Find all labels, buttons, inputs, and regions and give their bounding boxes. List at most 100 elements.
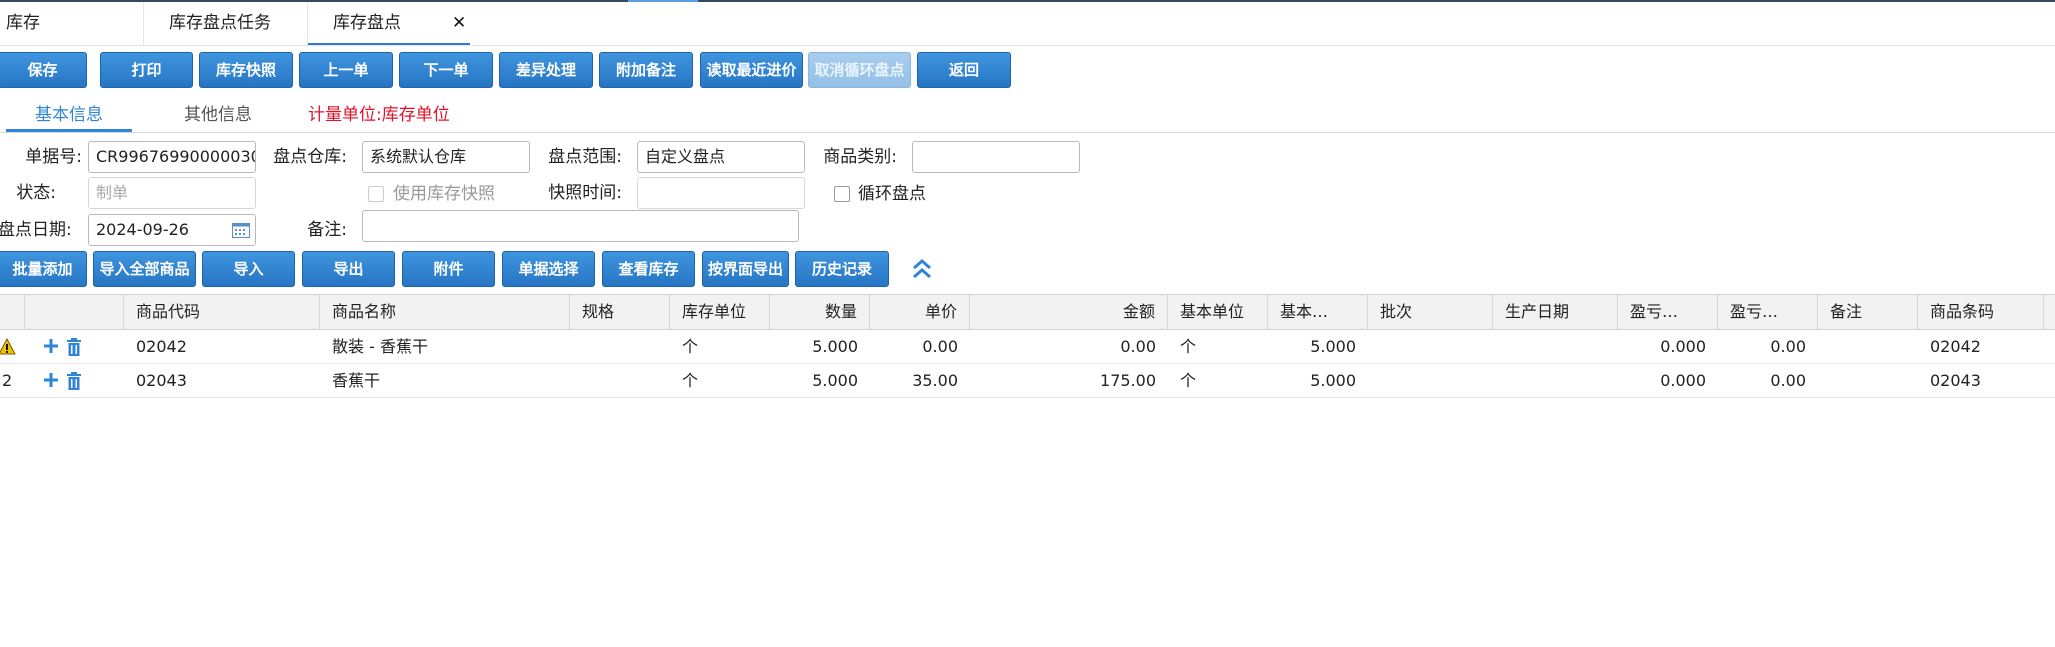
use-snapshot-label: 使用库存快照 [393,184,495,204]
col-base-qty[interactable]: 基本… [1268,295,1368,329]
col-barcode[interactable]: 商品条码 [1918,295,2044,329]
doc-no-field[interactable]: CR99676990000030 [88,141,256,173]
doc-select-button[interactable]: 单据选择 [502,251,595,287]
col-code[interactable]: 商品代码 [124,295,320,329]
export-button[interactable]: 导出 [302,251,395,287]
read-recent-price-button[interactable]: 读取最近进价 [700,52,803,88]
cell-amount: 175.00 [1100,371,1156,390]
add-row-icon[interactable] [43,372,59,388]
cell-profit-loss-qty: 0.000 [1660,371,1706,390]
warehouse-label: 盘点仓库: [273,147,347,167]
col-name[interactable]: 商品名称 [320,295,570,329]
tab-inventory[interactable]: 库存 [6,2,144,45]
cell-barcode: 02043 [1930,371,1981,390]
import-button[interactable]: 导入 [202,251,295,287]
cell-qty[interactable]: 5.000 [770,364,870,398]
delete-row-icon[interactable] [66,372,82,390]
collapse-up-icon[interactable] [911,257,933,281]
cell-barcode: 02042 [1930,337,1981,356]
back-button[interactable]: 返回 [917,52,1011,88]
cell-code: 02042 [136,337,187,356]
calendar-icon[interactable] [232,222,250,238]
cell-code: 02043 [136,371,187,390]
col-profit-loss-qty[interactable]: 盈亏… [1618,295,1718,329]
cell-production-date [1493,364,1618,398]
cell-base-qty: 5.000 [1310,371,1356,390]
warehouse-field[interactable]: 系统默认仓库 [362,141,530,173]
status-label: 状态: [16,183,56,203]
tab-bar: 库存 库存盘点任务 库存盘点 ✕ [0,2,2055,46]
remark-field[interactable] [362,210,799,242]
col-stock-unit[interactable]: 库存单位 [670,295,770,329]
cell-spec [570,364,670,398]
add-note-button[interactable]: 附加备注 [599,52,693,88]
tab-stocktake-task[interactable]: 库存盘点任务 [144,2,308,45]
cell-profit-loss-qty: 0.000 [1660,337,1706,356]
view-stock-button[interactable]: 查看库存 [602,251,695,287]
cell-base-unit: 个 [1180,371,1197,390]
cell-base-qty: 5.000 [1310,337,1356,356]
attachment-button[interactable]: 附件 [402,251,495,287]
cell-profit-loss-amount: 0.00 [1770,371,1806,390]
category-field[interactable] [912,141,1080,173]
import-all-products-button[interactable]: 导入全部商品 [93,251,196,287]
table-row[interactable]: 02042 散装 - 香蕉干 个 5.000 0.00 0.00 个 5.000… [0,330,2055,364]
cell-price: 35.00 [912,371,958,390]
next-doc-button[interactable]: 下一单 [399,52,493,88]
cell-production-date [1493,330,1618,364]
cell-qty[interactable]: 5.000 [770,330,870,364]
col-amount[interactable]: 金额 [970,295,1168,329]
snapshot-time-label: 快照时间: [548,183,622,203]
stock-snapshot-button[interactable]: 库存快照 [199,52,293,88]
snapshot-time-field [637,177,805,209]
table-row[interactable]: 2 02043 香蕉干 个 5.000 35.00 175.00 个 5.000… [0,364,2055,398]
date-field[interactable]: 2024-09-26 [88,214,256,246]
cycle-count-label: 循环盘点 [858,184,926,204]
cancel-cycle-count-button[interactable]: 取消循环盘点 [808,52,911,88]
cell-stock-unit: 个 [682,337,699,356]
tab-stocktake[interactable]: 库存盘点 [308,2,470,45]
batch-add-button[interactable]: 批量添加 [0,251,87,287]
scope-field[interactable]: 自定义盘点 [637,141,805,173]
cell-name: 香蕉干 [332,371,381,390]
table-header: 商品代码 商品名称 规格 库存单位 数量 单价 金额 基本单位 基本… 批次 生… [0,294,2055,330]
col-remark[interactable]: 备注 [1818,295,1918,329]
unit-note: 计量单位:库存单位 [308,105,450,125]
status-field: 制单 [88,177,256,209]
col-price[interactable]: 单价 [870,295,970,329]
category-label: 商品类别: [823,147,897,167]
warning-icon [0,338,16,355]
delete-row-icon[interactable] [66,338,82,356]
col-base-unit[interactable]: 基本单位 [1168,295,1268,329]
cell-batch [1368,364,1493,398]
cell-spec [570,330,670,364]
col-profit-loss-amount[interactable]: 盈亏… [1718,295,1818,329]
col-actions [25,295,124,329]
cycle-count-checkbox[interactable] [834,186,850,202]
divider [0,132,2055,133]
col-qty[interactable]: 数量 [770,295,870,329]
cell-remark[interactable] [1818,330,1918,364]
add-row-icon[interactable] [43,338,59,354]
export-by-view-button[interactable]: 按界面导出 [702,251,789,287]
scope-label: 盘点范围: [548,147,622,167]
cell-remark[interactable] [1818,364,1918,398]
save-button[interactable]: 保存 [0,52,87,88]
col-spec[interactable]: 规格 [570,295,670,329]
remark-label: 备注: [307,220,347,240]
close-tab-icon[interactable]: ✕ [452,2,466,45]
tab-other-info[interactable]: 其他信息 [155,98,281,132]
print-button[interactable]: 打印 [100,52,193,88]
previous-doc-button[interactable]: 上一单 [299,52,393,88]
history-button[interactable]: 历史记录 [795,251,889,287]
col-status [0,295,25,329]
use-snapshot-checkbox[interactable] [368,186,384,202]
cell-price: 0.00 [922,337,958,356]
tab-basic-info[interactable]: 基本信息 [6,98,132,132]
cell-name: 散装 - 香蕉干 [332,337,428,356]
difference-handling-button[interactable]: 差异处理 [499,52,593,88]
col-production-date[interactable]: 生产日期 [1493,295,1618,329]
cell-base-unit: 个 [1180,337,1197,356]
col-batch[interactable]: 批次 [1368,295,1493,329]
cell-batch [1368,330,1493,364]
